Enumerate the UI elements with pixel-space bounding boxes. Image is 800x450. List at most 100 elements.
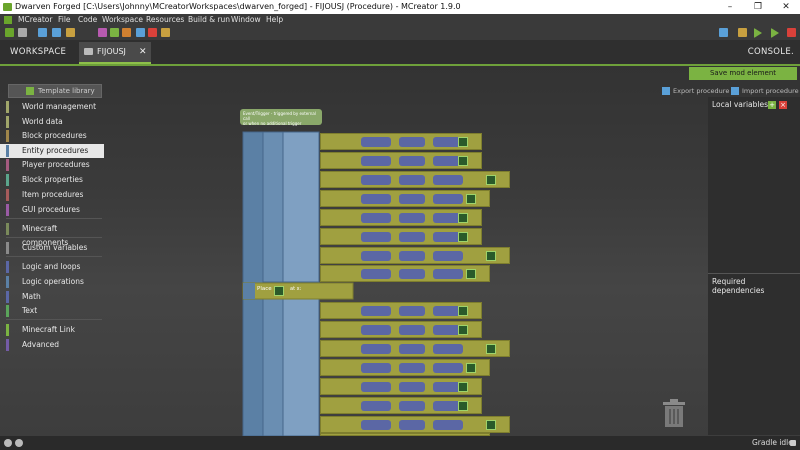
import-texture-icon[interactable]: [66, 28, 75, 37]
block-input-field[interactable]: [361, 401, 391, 411]
block-input-field[interactable]: [399, 344, 425, 354]
block-input-field[interactable]: [433, 363, 463, 373]
block-input-field[interactable]: [361, 382, 391, 392]
menu-code[interactable]: Code: [78, 14, 97, 26]
armor-icon[interactable]: [148, 28, 157, 37]
block-input-field[interactable]: [399, 382, 425, 392]
palette-advanced[interactable]: Advanced: [0, 338, 104, 352]
info-icon[interactable]: [4, 439, 12, 447]
settings-gear-icon[interactable]: [15, 439, 23, 447]
menu-window[interactable]: Window: [231, 14, 261, 26]
block-state-icon[interactable]: [458, 401, 468, 411]
resource-icon[interactable]: [161, 28, 170, 37]
block-state-icon[interactable]: [458, 382, 468, 392]
set-block-row[interactable]: [320, 416, 510, 433]
block-input-field[interactable]: [399, 156, 425, 166]
palette-minecraft-components[interactable]: Minecraft components: [0, 222, 104, 247]
save-mod-element-button[interactable]: Save mod element: [689, 67, 797, 80]
block-input-field[interactable]: [433, 194, 463, 204]
block-state-icon[interactable]: [458, 306, 468, 316]
block-input-field[interactable]: [361, 251, 391, 261]
set-block-row[interactable]: [320, 228, 482, 245]
block-input-field[interactable]: [361, 325, 391, 335]
palette-logic-loops[interactable]: Logic and loops: [0, 260, 104, 274]
block-input-field[interactable]: [433, 269, 463, 279]
block-state-icon[interactable]: [466, 363, 476, 373]
block-input-field[interactable]: [361, 213, 391, 223]
block-input-field[interactable]: [361, 363, 391, 373]
block-state-icon[interactable]: [466, 269, 476, 279]
palette-block-properties[interactable]: Block properties: [0, 173, 104, 187]
palette-item-procedures[interactable]: Item procedures: [0, 188, 104, 202]
export-procedure-button[interactable]: Export procedure: [662, 86, 729, 96]
import-procedure-button[interactable]: Import procedure: [731, 86, 799, 96]
block-state-icon[interactable]: [458, 213, 468, 223]
image-editor-icon[interactable]: [38, 28, 47, 37]
block-input-field[interactable]: [361, 175, 391, 185]
set-block-row[interactable]: [320, 265, 490, 282]
model-icon[interactable]: [98, 28, 107, 37]
palette-entity-procedures[interactable]: Entity procedures: [0, 144, 104, 158]
palette-block-procedures[interactable]: Block procedures: [0, 129, 104, 143]
structure-icon[interactable]: [136, 28, 145, 37]
set-block-row[interactable]: [320, 171, 510, 188]
menu-resources[interactable]: Resources: [146, 14, 184, 26]
palette-world-management[interactable]: World management: [0, 100, 104, 114]
block-input-field[interactable]: [399, 306, 425, 316]
block-state-icon[interactable]: [458, 156, 468, 166]
maximize-button[interactable]: ❐: [744, 0, 772, 14]
block-input-field[interactable]: [399, 213, 425, 223]
tab-close-icon[interactable]: ✕: [139, 42, 147, 62]
palette-player-procedures[interactable]: Player procedures: [0, 158, 104, 172]
event-trigger-block[interactable]: Event/Trigger - triggered by external ca…: [240, 109, 322, 126]
run-client-icon[interactable]: [754, 28, 762, 38]
block-state-icon[interactable]: [458, 232, 468, 242]
palette-math[interactable]: Math: [0, 290, 104, 304]
block-input-field[interactable]: [399, 401, 425, 411]
set-block-row[interactable]: [320, 397, 482, 414]
block-state-icon[interactable]: [458, 137, 468, 147]
tab-console[interactable]: CONSOLE.: [748, 40, 794, 64]
set-block-row[interactable]: [320, 378, 482, 395]
palette-text[interactable]: Text: [0, 304, 104, 318]
block-input-field[interactable]: [361, 306, 391, 316]
texture-icon[interactable]: [52, 28, 61, 37]
block-input-field[interactable]: [361, 269, 391, 279]
block-input-field[interactable]: [399, 420, 425, 430]
menu-help[interactable]: Help: [266, 14, 283, 26]
block-state-icon[interactable]: [486, 420, 496, 430]
template-library-button[interactable]: Template library: [8, 84, 102, 98]
palette-custom-variables[interactable]: Custom variables: [0, 241, 104, 255]
block-input-field[interactable]: [399, 137, 425, 147]
palette-minecraft-link[interactable]: Minecraft Link: [0, 323, 104, 337]
block-state-icon[interactable]: [486, 251, 496, 261]
set-block-row[interactable]: [320, 302, 482, 319]
stop-icon[interactable]: [787, 28, 796, 37]
build-gradle-icon[interactable]: [719, 28, 728, 37]
block-input-field[interactable]: [399, 232, 425, 242]
set-block-row[interactable]: [320, 133, 482, 150]
block-state-icon[interactable]: [458, 325, 468, 335]
block-input-field[interactable]: [433, 175, 463, 185]
block-input-field[interactable]: [361, 156, 391, 166]
close-window-button[interactable]: ✕: [772, 0, 800, 14]
workspace-icon[interactable]: [5, 28, 14, 37]
set-block-row[interactable]: [320, 340, 510, 357]
block-input-field[interactable]: [399, 269, 425, 279]
block-input-field[interactable]: [399, 194, 425, 204]
palette-logic-operations[interactable]: Logic operations: [0, 275, 104, 289]
block-input-field[interactable]: [399, 175, 425, 185]
export-icon[interactable]: [738, 28, 747, 37]
trash-icon[interactable]: [661, 398, 687, 428]
block-input-field[interactable]: [433, 344, 463, 354]
block-input-field[interactable]: [399, 363, 425, 373]
block-state-icon[interactable]: [274, 286, 284, 296]
add-variable-icon[interactable]: +: [768, 101, 776, 109]
set-block-row[interactable]: [320, 190, 490, 207]
save-icon[interactable]: [18, 28, 27, 37]
set-block-row[interactable]: [320, 247, 510, 264]
block-state-icon[interactable]: [486, 344, 496, 354]
block-state-icon[interactable]: [486, 175, 496, 185]
block-input-field[interactable]: [399, 251, 425, 261]
set-block-row[interactable]: [320, 152, 482, 169]
